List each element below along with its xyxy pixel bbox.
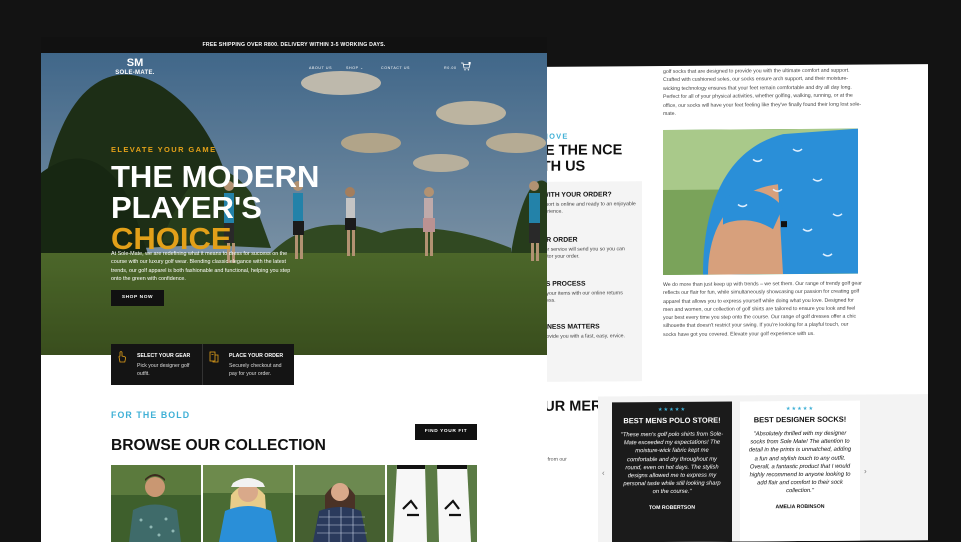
service-card-text: to provide you with a fast, easy, ervice…: [536, 333, 625, 340]
shop-now-button[interactable]: SHOP NOW: [111, 290, 164, 306]
socks-description: golf socks that are designed to provide …: [663, 67, 862, 118]
collection-photo[interactable]: [203, 465, 293, 542]
screenshot-stage: golf socks that are designed to provide …: [0, 0, 961, 542]
step-text: Securely checkout and pay for your order…: [229, 363, 282, 377]
brand-description: We do more than just keep up with trends…: [663, 280, 862, 338]
service-card-title: OUR ORDER: [536, 236, 578, 244]
checkout-icon: [209, 351, 219, 363]
service-card-title: RNS PROCESS: [536, 280, 586, 288]
step-text: Pick your designer golf outfit.: [137, 363, 190, 377]
rating-stars: ★★★★★: [785, 405, 815, 413]
collection-photo[interactable]: [295, 465, 385, 542]
hand-pointer-icon: [118, 351, 126, 363]
nav-shop[interactable]: SHOP ⌄: [346, 66, 364, 70]
brand-logo[interactable]: SM SOLE-MATE.: [105, 57, 165, 76]
rating-stars: ★★★★★: [657, 406, 687, 414]
service-card: RNS PROCESS turn your items with our onl…: [536, 280, 636, 305]
collection-photo[interactable]: [111, 465, 201, 542]
reviews-carousel: ‹ ★★★★★ BEST MENS POLO STORE! "These men…: [598, 394, 928, 542]
cart-icon[interactable]: [461, 62, 471, 71]
hero-title-line: THE MODERN: [111, 159, 320, 194]
step-title: SELECT YOUR GEAR: [137, 353, 191, 359]
find-your-fit-button[interactable]: FIND YOUR FIT: [415, 424, 477, 440]
hero-title-line: PLAYER'S: [111, 190, 262, 225]
main-navigation: SM SOLE-MATE. ABOUT US SHOP ⌄ CONTACT US…: [41, 53, 547, 89]
hero-title: THE MODERN PLAYER'S CHOICE: [111, 161, 319, 254]
review-title: BEST MENS POLO STORE!: [623, 415, 721, 426]
hero-description: At Sole-Mate, we are redefining what it …: [111, 251, 291, 283]
service-card-text: ourier service will send you so you can …: [536, 246, 625, 260]
collection-photos: [111, 465, 477, 542]
service-card: OUR ORDER ourier service will send you s…: [536, 236, 636, 261]
reviewer-name: TOM ROBERTSON: [648, 504, 696, 511]
collection-eyebrow: FOR THE BOLD: [111, 410, 191, 420]
service-card-text: turn your items with our online returns …: [536, 290, 623, 304]
collection-photo[interactable]: [387, 465, 477, 542]
hero-eyebrow: ELEVATE YOUR GAME: [111, 145, 217, 154]
review-quote: "Absolutely thrilled with my designer so…: [748, 430, 852, 495]
polo-shirt-photo: [663, 128, 858, 275]
service-card: P WITH YOUR ORDER? Support is online and…: [536, 191, 636, 216]
carousel-next-icon[interactable]: ›: [864, 467, 867, 476]
carousel-prev-icon[interactable]: ‹: [602, 468, 605, 477]
front-page: FREE SHIPPING OVER R800. DELIVERY WITHIN…: [41, 37, 547, 542]
nav-about-us[interactable]: ABOUT US: [309, 66, 332, 70]
nav-contact-us[interactable]: CONTACT US: [381, 66, 410, 70]
review-card: ★★★★★ BEST DESIGNER SOCKS! "Absolutely t…: [740, 400, 860, 542]
review-card: ★★★★★ BEST MENS POLO STORE! "These men's…: [612, 401, 732, 542]
cart-total[interactable]: R0.00: [444, 66, 457, 70]
reviewer-name: AMELIA ROBINSON: [775, 503, 825, 510]
collection-title: BROWSE OUR COLLECTION: [111, 437, 326, 454]
service-card-title: P WITH YOUR ORDER?: [536, 191, 612, 199]
service-card-text: Support is online and ready to an enjoya…: [536, 201, 636, 215]
logo-mark-icon: SM: [126, 57, 144, 69]
step-divider: [202, 344, 203, 385]
order-steps: SELECT YOUR GEAR Pick your designer golf…: [111, 344, 294, 385]
logo-wordmark: SOLE-MATE.: [115, 70, 155, 76]
service-card: PPINESS MATTERS to provide you with a fa…: [536, 323, 636, 341]
review-title: BEST DESIGNER SOCKS!: [753, 414, 847, 425]
step-title: PLACE YOUR ORDER: [229, 353, 284, 359]
service-card-title: PPINESS MATTERS: [536, 323, 600, 331]
hero-section: SM SOLE-MATE. ABOUT US SHOP ⌄ CONTACT US…: [41, 53, 547, 355]
promo-bar: FREE SHIPPING OVER R800. DELIVERY WITHIN…: [41, 37, 547, 53]
review-quote: "These men's golf polo shirts from Sole-…: [620, 431, 724, 496]
